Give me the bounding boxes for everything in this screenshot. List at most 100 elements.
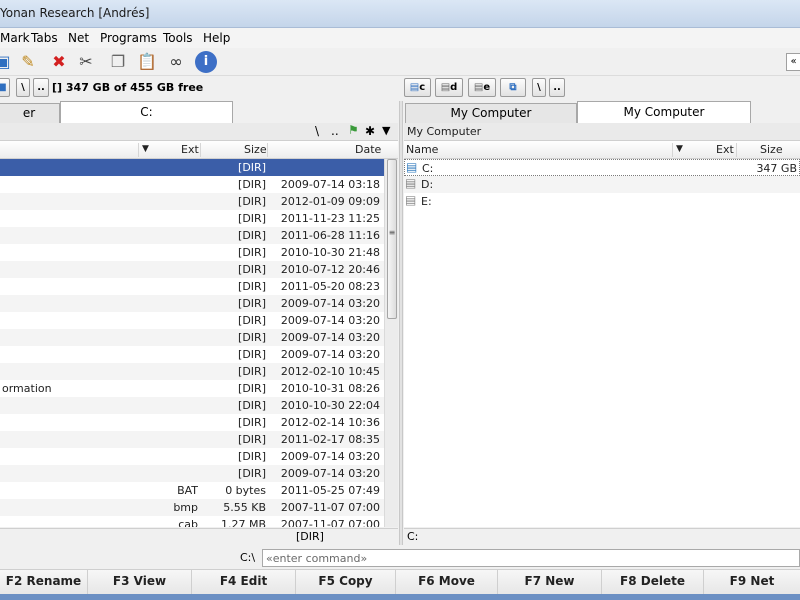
- column-separator: [200, 143, 201, 157]
- left-tab-2[interactable]: C:: [60, 101, 233, 123]
- file-row[interactable]: [DIR] 2012-02-10 10:45: [0, 363, 384, 380]
- file-row[interactable]: [DIR] 2012-02-14 10:36: [0, 414, 384, 431]
- right-file-list[interactable]: ▤ C: 347 GB ▤ D: ▤ E:: [404, 159, 800, 527]
- file-row[interactable]: [DIR] 2010-10-30 22:04: [0, 397, 384, 414]
- file-row[interactable]: ormation [DIR] 2010-10-31 08:26: [0, 380, 384, 397]
- left-col-ext[interactable]: Ext: [181, 143, 199, 156]
- menu-help[interactable]: Help: [203, 31, 230, 45]
- file-size: [DIR]: [238, 178, 266, 191]
- left-file-list[interactable]: [DIR] [DIR] 2009-07-14 03:18 [DIR] 2012-01-0…: [0, 159, 384, 527]
- file-size: [DIR]: [238, 416, 266, 429]
- file-ext: cab: [178, 518, 198, 527]
- delete-icon[interactable]: ✖: [48, 51, 70, 73]
- file-name: ormation: [2, 382, 52, 395]
- filter-icon[interactable]: ▼: [142, 144, 149, 154]
- left-path-up[interactable]: ..: [331, 124, 339, 138]
- drive-e-button[interactable]: ▤e: [468, 78, 496, 97]
- file-date: 2009-07-14 03:20: [280, 467, 380, 480]
- right-root-button[interactable]: \: [532, 78, 546, 97]
- scrollbar-thumb[interactable]: ≡: [387, 159, 397, 319]
- drive-row-c[interactable]: ▤ C: 347 GB: [404, 159, 800, 176]
- right-path-bar: My Computer: [404, 123, 800, 141]
- file-ext: bmp: [173, 501, 198, 514]
- file-row[interactable]: [DIR] 2009-07-14 03:20: [0, 448, 384, 465]
- file-size: 5.55 KB: [223, 501, 266, 514]
- left-scrollbar[interactable]: ≡: [384, 159, 398, 527]
- network-icon: ⧉: [509, 82, 517, 93]
- filter-icon[interactable]: ▼: [676, 144, 683, 154]
- file-size: [DIR]: [238, 382, 266, 395]
- left-path-root[interactable]: \: [315, 124, 319, 138]
- right-col-ext[interactable]: Ext: [716, 143, 734, 156]
- file-size: [DIR]: [238, 365, 266, 378]
- file-row[interactable]: [DIR] 2009-07-14 03:20: [0, 295, 384, 312]
- left-tab-1[interactable]: er: [0, 103, 60, 123]
- file-row[interactable]: [DIR] 2009-07-14 03:20: [0, 312, 384, 329]
- drive-row-e[interactable]: ▤ E:: [404, 193, 800, 210]
- info-icon[interactable]: i: [195, 51, 217, 73]
- drive-c-icon: ▤: [406, 160, 418, 174]
- file-size: [DIR]: [238, 331, 266, 344]
- left-root-button[interactable]: \: [16, 78, 30, 97]
- file-row[interactable]: [DIR]: [0, 159, 384, 176]
- cut-icon[interactable]: ✂: [75, 51, 97, 73]
- file-size: [DIR]: [238, 212, 266, 225]
- file-row[interactable]: [DIR] 2010-10-30 21:48: [0, 244, 384, 261]
- file-size: [DIR]: [238, 348, 266, 361]
- left-col-size[interactable]: Size: [244, 143, 267, 156]
- file-row[interactable]: [DIR] 2012-01-09 09:09: [0, 193, 384, 210]
- drive-c-button[interactable]: ▤c: [404, 78, 431, 97]
- menu-programs[interactable]: Programs: [100, 31, 157, 45]
- file-size: [DIR]: [238, 467, 266, 480]
- right-col-size[interactable]: Size: [760, 143, 783, 156]
- file-row[interactable]: bmp 5.55 KB 2007-11-07 07:00: [0, 499, 384, 516]
- file-date: 2009-07-14 03:20: [280, 297, 380, 310]
- left-col-date[interactable]: Date: [355, 143, 381, 156]
- new-window-icon[interactable]: ▣: [0, 51, 14, 73]
- menu-tabs[interactable]: Tabs: [31, 31, 58, 45]
- file-size: [DIR]: [238, 280, 266, 293]
- file-row[interactable]: BAT 0 bytes 2011-05-25 07:49: [0, 482, 384, 499]
- left-status-text: [DIR]: [296, 530, 324, 543]
- file-row[interactable]: [DIR] 2009-07-14 03:20: [0, 329, 384, 346]
- left-up-button[interactable]: ..: [33, 78, 49, 97]
- file-size: [DIR]: [238, 229, 266, 242]
- file-row[interactable]: [DIR] 2011-02-17 08:35: [0, 431, 384, 448]
- path-dropdown-icon[interactable]: ▼: [382, 124, 390, 137]
- drive-row-d[interactable]: ▤ D:: [404, 176, 800, 193]
- file-date: 2011-05-20 08:23: [280, 280, 380, 293]
- right-up-button[interactable]: ..: [549, 78, 565, 97]
- toolbar-overflow-icon[interactable]: «: [786, 53, 800, 71]
- file-row[interactable]: [DIR] 2011-11-23 11:25: [0, 210, 384, 227]
- command-input[interactable]: [262, 549, 800, 567]
- file-row[interactable]: [DIR] 2011-06-28 11:16: [0, 227, 384, 244]
- drive-d-button[interactable]: ▤d: [435, 78, 463, 97]
- right-tab-strip: My Computer My Computer: [405, 101, 800, 123]
- right-path-text: My Computer: [407, 125, 482, 138]
- file-date: 2009-07-14 03:20: [280, 314, 380, 327]
- left-path-star[interactable]: ✱: [365, 124, 375, 138]
- paste-icon[interactable]: 📋: [136, 51, 158, 73]
- file-row[interactable]: [DIR] 2010-07-12 20:46: [0, 261, 384, 278]
- edit-pencil-icon[interactable]: ✎: [17, 51, 39, 73]
- search-binoculars-icon[interactable]: ∞: [165, 51, 187, 73]
- left-drive-button[interactable]: ■: [0, 78, 10, 97]
- menu-net[interactable]: Net: [68, 31, 89, 45]
- menu-tools[interactable]: Tools: [163, 31, 193, 45]
- right-tab-1[interactable]: My Computer: [405, 103, 577, 123]
- panel-splitter[interactable]: [399, 101, 403, 545]
- right-col-name[interactable]: Name: [406, 143, 438, 156]
- network-drive-button[interactable]: ⧉: [500, 78, 526, 97]
- file-row[interactable]: [DIR] 2009-07-14 03:20: [0, 465, 384, 482]
- file-row[interactable]: cab 1.27 MB 2007-11-07 07:00: [0, 516, 384, 527]
- file-date: 2012-01-09 09:09: [280, 195, 380, 208]
- file-row[interactable]: [DIR] 2009-07-14 03:20: [0, 346, 384, 363]
- copy-icon[interactable]: ❐: [107, 51, 129, 73]
- file-row[interactable]: [DIR] 2011-05-20 08:23: [0, 278, 384, 295]
- file-size: [DIR]: [238, 399, 266, 412]
- file-size: [DIR]: [238, 161, 266, 174]
- right-tab-2[interactable]: My Computer: [577, 101, 751, 123]
- menu-mark[interactable]: Mark: [0, 31, 30, 45]
- file-row[interactable]: [DIR] 2009-07-14 03:18: [0, 176, 384, 193]
- windows-flag-icon[interactable]: ⚑: [348, 123, 359, 137]
